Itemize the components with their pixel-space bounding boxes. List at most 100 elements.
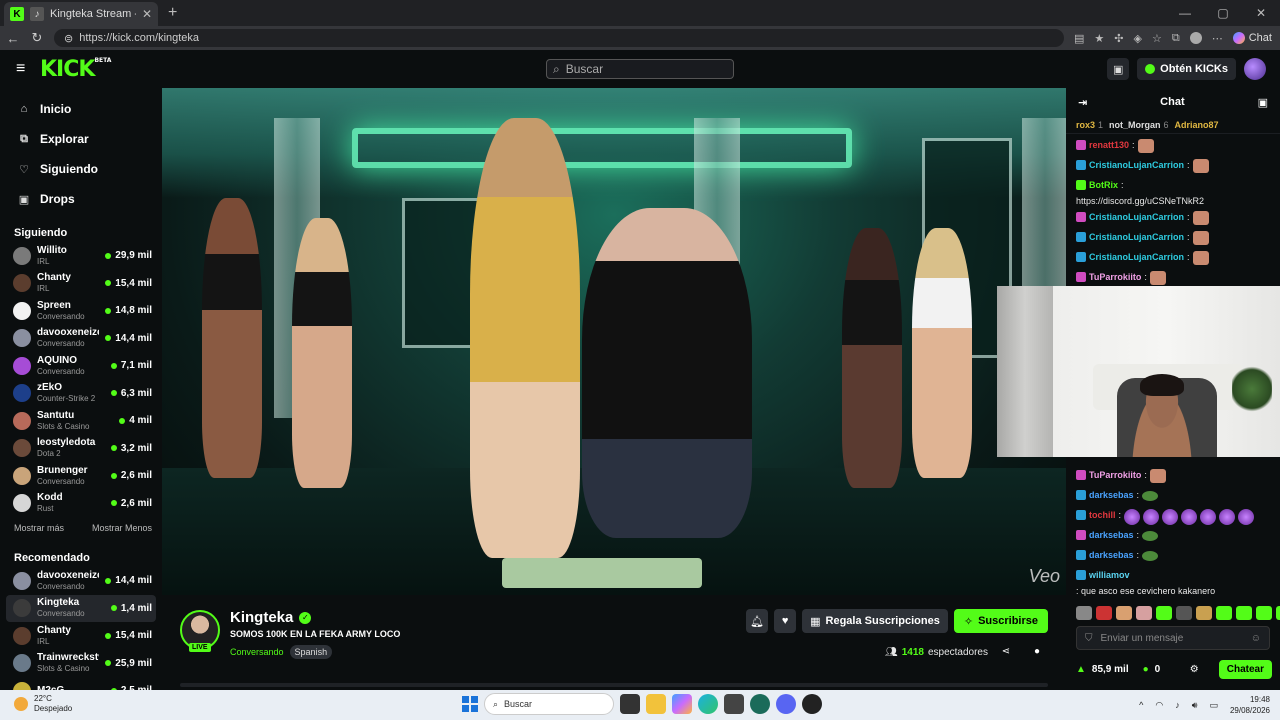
chat-username[interactable]: darksebas — [1089, 489, 1134, 502]
emote-icon[interactable] — [1096, 606, 1112, 620]
discord-icon[interactable] — [776, 694, 796, 714]
channel-item[interactable]: Willito IRL 29,9 mil — [0, 242, 162, 270]
chat-username[interactable]: renatt130 — [1089, 139, 1129, 152]
gift-subs-button[interactable]: ▦ Regala Suscripciones — [802, 609, 948, 633]
channel-item[interactable]: Kodd Rust 2,6 mil — [0, 490, 162, 518]
close-window-button[interactable]: ✕ — [1242, 0, 1280, 26]
favorite-star-icon[interactable]: ★ — [1094, 32, 1104, 45]
speaker-icon[interactable]: ♪ — [30, 7, 44, 21]
emote-icon[interactable] — [1156, 606, 1172, 620]
channel-item[interactable]: AQUINO Conversando 7,1 mil — [0, 352, 162, 380]
split-screen-icon[interactable]: ⧉ — [1172, 32, 1180, 45]
emote-icon[interactable] — [1256, 606, 1272, 620]
emoji-icon[interactable]: ☺ — [1251, 633, 1261, 644]
search-input[interactable]: ⌕ Buscar — [546, 59, 734, 79]
menu-icon[interactable]: ≡ — [16, 60, 30, 78]
close-tab-icon[interactable]: ✕ — [142, 7, 152, 21]
weather-widget[interactable]: 22°C Despejado — [14, 694, 72, 714]
notification-bell-button[interactable]: 🔔︎ — [746, 609, 769, 633]
chat-username[interactable]: CristianoLujanCarrion — [1089, 251, 1184, 264]
leaderboard-entry[interactable]: rox3 1 — [1076, 120, 1103, 130]
new-tab-button[interactable]: + — [168, 4, 177, 22]
volume-icon[interactable]: 🔊︎ — [1192, 700, 1198, 711]
channel-item[interactable]: leostyledota Dota 2 3,2 mil — [0, 435, 162, 463]
chat-username[interactable]: CristianoLujanCarrion — [1089, 159, 1184, 172]
channel-item[interactable]: Chanty IRL 15,4 mil — [0, 270, 162, 298]
chat-username[interactable]: BotRix — [1089, 179, 1118, 192]
chat-username[interactable]: TuParrokiito — [1089, 469, 1141, 482]
kick-logo[interactable]: KICKBETA — [40, 57, 111, 82]
emote-icon[interactable] — [1116, 606, 1132, 620]
mic-icon[interactable]: ♪ — [1175, 700, 1180, 710]
wifi-icon[interactable]: ◠ — [1155, 700, 1163, 711]
collapse-chat-icon[interactable]: ⇥ — [1078, 96, 1087, 109]
reload-button[interactable]: ↻ — [30, 30, 44, 46]
nav-item-siguiendo[interactable]: ♡ Siguiendo — [0, 154, 162, 184]
channel-item[interactable]: Chanty IRL 15,4 mil — [0, 622, 162, 650]
nav-item-explorar[interactable]: ⧉ Explorar — [0, 124, 162, 154]
copilot-chat-button[interactable]: Chat — [1232, 32, 1272, 44]
tray-chevron-icon[interactable]: ^ — [1139, 700, 1143, 710]
taskbar-search[interactable]: ⌕ Buscar — [484, 693, 614, 715]
chat-settings-gear-icon[interactable]: ⚙ — [1190, 664, 1199, 675]
address-bar[interactable]: ⊜ https://kick.com/kingteka — [54, 29, 1064, 47]
wallet-icon[interactable]: ▣ — [1107, 58, 1130, 80]
channel-item[interactable]: Brunenger Conversando 2,6 mil — [0, 462, 162, 490]
chat-username[interactable]: darksebas — [1089, 529, 1134, 542]
leaderboard-entry[interactable]: Adriano87 — [1175, 120, 1222, 130]
more-options-icon[interactable]: ⋯ — [1212, 32, 1223, 45]
user-avatar[interactable] — [1244, 58, 1266, 80]
emote-icon[interactable] — [1216, 606, 1232, 620]
channel-item[interactable]: Santutu Slots & Casino 4 mil — [0, 407, 162, 435]
channel-points[interactable]: 85,9 mil — [1092, 664, 1129, 675]
category-link[interactable]: Conversando — [230, 647, 284, 657]
profile-avatar-icon[interactable] — [1189, 32, 1202, 44]
share-icon[interactable]: ⋖ — [1002, 646, 1010, 657]
emote-icon[interactable] — [1196, 606, 1212, 620]
file-explorer-icon[interactable] — [646, 694, 666, 714]
copilot-app-icon[interactable] — [672, 694, 692, 714]
back-button[interactable]: ← — [6, 31, 20, 46]
channel-item[interactable]: Trainwreckstv Slots & Casino 25,9 mil — [0, 650, 162, 678]
chat-settings-icon[interactable]: ▣ — [1258, 96, 1268, 109]
clock[interactable]: 19:48 29/08/2026 — [1230, 694, 1270, 716]
chat-username[interactable]: TuParrokiito — [1089, 271, 1141, 284]
store-icon[interactable] — [724, 694, 744, 714]
language-tag[interactable]: Spanish — [289, 645, 333, 659]
show-more-link[interactable]: Mostrar más — [14, 523, 64, 533]
chat-username[interactable]: tochill — [1089, 509, 1116, 522]
streamer-name-text[interactable]: Kingteka — [230, 609, 293, 626]
obs-icon[interactable] — [802, 694, 822, 714]
channel-item[interactable]: davooxeneize Conversando 14,4 mil — [0, 567, 162, 595]
chat-username[interactable]: williamov — [1089, 569, 1130, 582]
windows-start-icon[interactable] — [462, 696, 478, 712]
minimize-button[interactable]: — — [1166, 0, 1204, 26]
leaderboard-entry[interactable]: not_Morgan 6 — [1109, 120, 1169, 130]
follow-heart-button[interactable]: ♥ — [774, 609, 797, 633]
app-icon[interactable] — [750, 694, 770, 714]
chat-username[interactable]: CristianoLujanCarrion — [1089, 231, 1184, 244]
nav-item-inicio[interactable]: ⌂ Inicio — [0, 94, 162, 124]
browser-tab[interactable]: K ♪ Kingteka Stream - Watch Live ✕ — [4, 2, 158, 26]
chat-username[interactable]: darksebas — [1089, 549, 1134, 562]
reader-icon[interactable]: ▤ — [1074, 32, 1084, 45]
site-info-icon[interactable]: ⊜ — [64, 32, 73, 45]
video-player[interactable]: Veo — [162, 88, 1066, 595]
battery-icon[interactable]: ▭ — [1209, 700, 1218, 711]
chat-message-input[interactable]: ⛉ Enviar un mensaje ☺ — [1076, 626, 1270, 650]
chat-username[interactable]: CristianoLujanCarrion — [1089, 211, 1184, 224]
edge-browser-icon[interactable] — [698, 694, 718, 714]
emote-icon[interactable] — [1136, 606, 1152, 620]
chat-link[interactable]: https://discord.gg/uCSNeTNkR2 — [1076, 195, 1270, 208]
channel-item[interactable]: Spreen Conversando 14,8 mil — [0, 297, 162, 325]
nav-item-drops[interactable]: ▣ Drops — [0, 184, 162, 214]
emote-icon[interactable] — [1176, 606, 1192, 620]
send-chat-button[interactable]: Chatear — [1218, 659, 1272, 679]
channel-item[interactable]: zEkO Counter-Strike 2 6,3 mil — [0, 380, 162, 408]
maximize-button[interactable]: ▢ — [1204, 0, 1242, 26]
security-icon[interactable]: ◈ — [1134, 32, 1142, 45]
collections-icon[interactable]: ☆ — [1152, 32, 1162, 45]
channel-item[interactable]: davooxeneize Conversando 14,4 mil — [0, 325, 162, 353]
info-icon[interactable]: ● — [1034, 646, 1040, 657]
task-view-icon[interactable] — [620, 694, 640, 714]
